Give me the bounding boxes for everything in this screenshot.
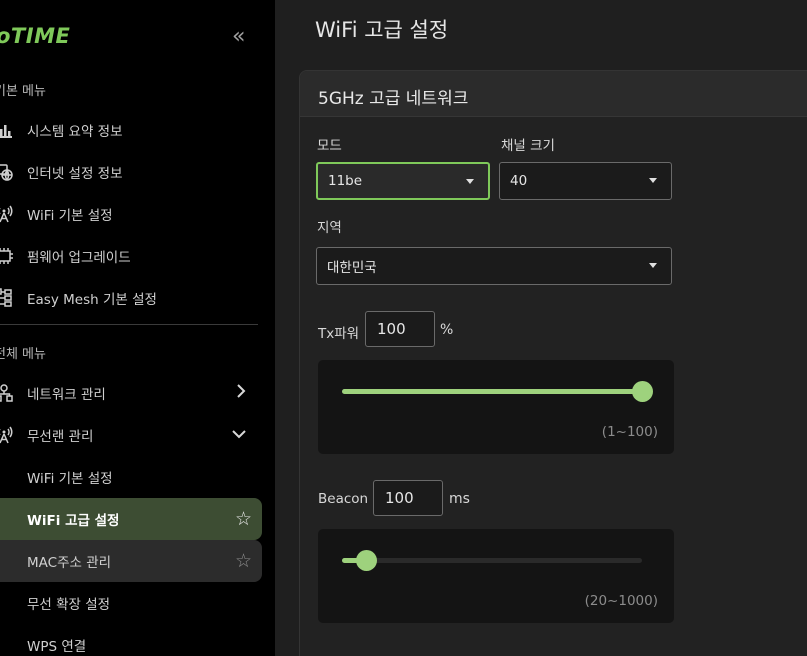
sidebar-subitem-wifi-basic[interactable]: WiFi 기본 설정 [0,456,262,498]
chevron-down-icon [232,427,246,443]
sidebar-subitem-label: MAC주소 관리 [27,555,112,571]
favorite-star-icon[interactable]: ☆ [235,550,252,572]
sidebar-subitem-label: WPS 연결 [27,639,87,655]
region-value: 대한민국 [327,260,377,276]
bar-chart-icon [0,121,16,139]
sidebar-item-label: 인터넷 설정 정보 [27,166,123,182]
tx-power-unit: % [440,322,454,338]
sidebar-item-label: 무선랜 관리 [27,429,94,445]
channel-width-label: 채널 크기 [501,138,555,154]
beacon-label: Beacon [318,491,369,507]
region-label: 지역 [317,220,342,236]
channel-width-select[interactable]: 40 [499,162,672,200]
beacon-unit: ms [449,491,470,507]
tx-power-input[interactable]: 100 [365,311,435,347]
sidebar: oTIME « 기본 메뉴 시스템 요약 정보 인터넷 설정 정보 WiFi 기… [0,0,275,656]
beacon-range: (20~1000) [584,593,658,609]
sidebar-item-label: 펌웨어 업그레이드 [27,250,131,266]
sidebar-item-label: 네트워크 관리 [27,387,106,403]
network-icon [0,384,16,402]
sidebar-subitem-wireless-extension[interactable]: 무선 확장 설정 [0,582,262,624]
beacon-slider-handle[interactable] [355,550,377,571]
advanced-network-panel: 5GHz 고급 네트워크 모드 11be 채널 크기 40 지역 대한민국 Tx… [299,70,807,656]
sidebar-item-system-summary[interactable]: 시스템 요약 정보 [0,109,264,151]
dropdown-caret-icon [649,263,657,268]
sidebar-item-wireless-management[interactable]: 무선랜 관리 [0,414,264,456]
tx-power-slider-fill [342,389,642,394]
sidebar-subitem-mac-management[interactable]: MAC주소 관리 ☆ [0,540,262,582]
mesh-icon [0,288,16,308]
sidebar-subitem-wps[interactable]: WPS 연결 [0,624,262,656]
sidebar-subitem-label: WiFi 기본 설정 [27,471,113,487]
tx-power-slider-handle[interactable] [631,381,653,402]
tx-power-range: (1~100) [601,424,658,440]
sidebar-item-firmware-upgrade[interactable]: 펌웨어 업그레이드 [0,235,264,277]
beacon-slider-track[interactable] [342,550,642,571]
sidebar-divider [0,324,258,325]
brand-logo[interactable]: oTIME [0,24,70,48]
chevron-right-icon [236,384,246,402]
sidebar-item-wifi-basic[interactable]: WiFi 기본 설정 [0,193,264,235]
dropdown-caret-icon [649,178,657,183]
sidebar-subitem-label: WiFi 고급 설정 [27,513,120,529]
sidebar-item-label: Easy Mesh 기본 설정 [27,292,157,308]
sidebar-item-easy-mesh[interactable]: Easy Mesh 기본 설정 [0,277,264,319]
beacon-input[interactable]: 100 [373,480,443,516]
full-menu-title: 전체 메뉴 [0,347,46,362]
favorite-star-icon[interactable]: ☆ [235,508,252,530]
mode-select[interactable]: 11be [316,162,490,200]
globe-icon [0,163,16,181]
dropdown-caret-icon [466,179,474,184]
antenna-icon [0,426,16,444]
collapse-sidebar-icon[interactable]: « [232,24,245,50]
channel-width-value: 40 [510,173,528,189]
panel-header: 5GHz 고급 네트워크 [300,71,807,117]
mode-label: 모드 [317,138,342,154]
region-select[interactable]: 대한민국 [316,247,672,285]
beacon-slider-box: (20~1000) [318,529,674,623]
panel-title: 5GHz 고급 네트워크 [318,89,469,109]
tx-power-label: Tx파워 [318,326,360,342]
sidebar-item-internet-info[interactable]: 인터넷 설정 정보 [0,151,264,193]
mode-value: 11be [328,173,363,189]
page-title: WiFi 고급 설정 [315,18,449,42]
basic-menu-title: 기본 메뉴 [0,84,46,99]
sidebar-item-label: WiFi 기본 설정 [27,208,113,224]
sidebar-item-network-management[interactable]: 네트워크 관리 [0,372,264,414]
sidebar-subitem-wifi-advanced[interactable]: WiFi 고급 설정 ☆ [0,498,262,540]
sidebar-subitem-label: 무선 확장 설정 [27,597,111,613]
tx-power-slider-track[interactable] [342,381,653,402]
sidebar-item-label: 시스템 요약 정보 [27,124,123,140]
antenna-icon [0,205,16,223]
tx-power-slider-box: (1~100) [318,360,674,454]
chip-icon [0,247,16,265]
